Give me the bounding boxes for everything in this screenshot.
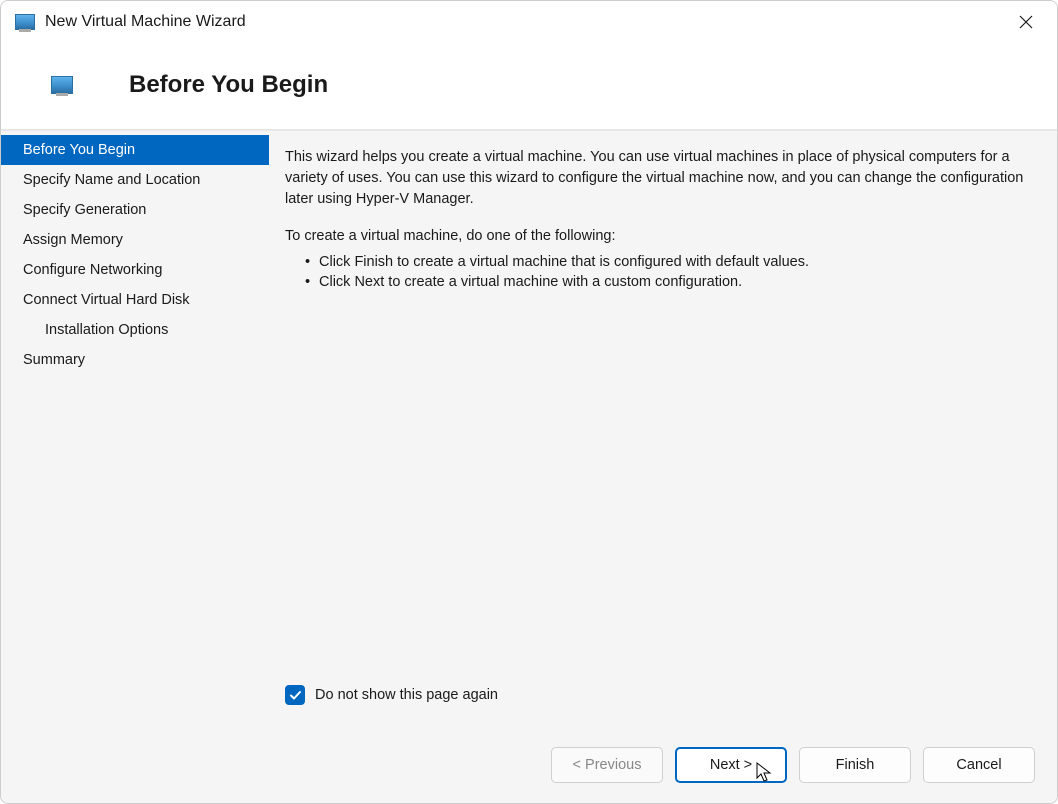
sidebar-item-summary[interactable]: Summary xyxy=(1,345,269,375)
sidebar-item-assign-memory[interactable]: Assign Memory xyxy=(1,225,269,255)
close-button[interactable] xyxy=(1003,6,1049,38)
finish-button[interactable]: Finish xyxy=(799,747,911,783)
header-section: Before You Begin xyxy=(1,43,1057,130)
window-title: New Virtual Machine Wizard xyxy=(45,13,1003,31)
content-area: Before You Begin Specify Name and Locati… xyxy=(1,130,1057,733)
description-text: This wizard helps you create a virtual m… xyxy=(285,147,1033,210)
do-not-show-checkbox[interactable] xyxy=(285,685,305,705)
checkbox-row: Do not show this page again xyxy=(285,685,1033,705)
bullet-list: Click Finish to create a virtual machine… xyxy=(285,252,1033,293)
checkmark-icon xyxy=(289,689,302,702)
wizard-steps-sidebar: Before You Begin Specify Name and Locati… xyxy=(1,131,269,733)
previous-button: < Previous xyxy=(551,747,663,783)
sidebar-item-configure-networking[interactable]: Configure Networking xyxy=(1,255,269,285)
close-icon xyxy=(1019,15,1033,29)
sidebar-item-specify-name[interactable]: Specify Name and Location xyxy=(1,165,269,195)
sidebar-item-label: Specify Generation xyxy=(23,202,146,218)
wizard-window: New Virtual Machine Wizard Before You Be… xyxy=(0,0,1058,804)
instruction-text: To create a virtual machine, do one of t… xyxy=(285,228,1033,244)
sidebar-item-connect-vhd[interactable]: Connect Virtual Hard Disk xyxy=(1,285,269,315)
bullet-item: Click Finish to create a virtual machine… xyxy=(305,252,1033,272)
sidebar-item-label: Configure Networking xyxy=(23,262,162,278)
sidebar-item-before-you-begin[interactable]: Before You Begin xyxy=(1,135,269,165)
bullet-item: Click Next to create a virtual machine w… xyxy=(305,272,1033,292)
main-panel: This wizard helps you create a virtual m… xyxy=(269,131,1057,733)
header-icon xyxy=(51,76,73,94)
next-button[interactable]: Next > xyxy=(675,747,787,783)
spacer xyxy=(285,301,1033,685)
sidebar-item-label: Summary xyxy=(23,352,85,368)
sidebar-item-label: Specify Name and Location xyxy=(23,172,200,188)
sidebar-item-label: Assign Memory xyxy=(23,232,123,248)
cancel-button[interactable]: Cancel xyxy=(923,747,1035,783)
page-title: Before You Begin xyxy=(129,71,328,99)
sidebar-item-label: Connect Virtual Hard Disk xyxy=(23,292,190,308)
sidebar-item-label: Installation Options xyxy=(45,322,168,338)
sidebar-item-installation-options[interactable]: Installation Options xyxy=(1,315,269,345)
sidebar-item-label: Before You Begin xyxy=(23,142,135,158)
checkbox-label: Do not show this page again xyxy=(315,687,498,703)
app-icon xyxy=(15,14,35,30)
button-row: < Previous Next > Finish Cancel xyxy=(1,733,1057,803)
titlebar: New Virtual Machine Wizard xyxy=(1,1,1057,43)
sidebar-item-specify-generation[interactable]: Specify Generation xyxy=(1,195,269,225)
